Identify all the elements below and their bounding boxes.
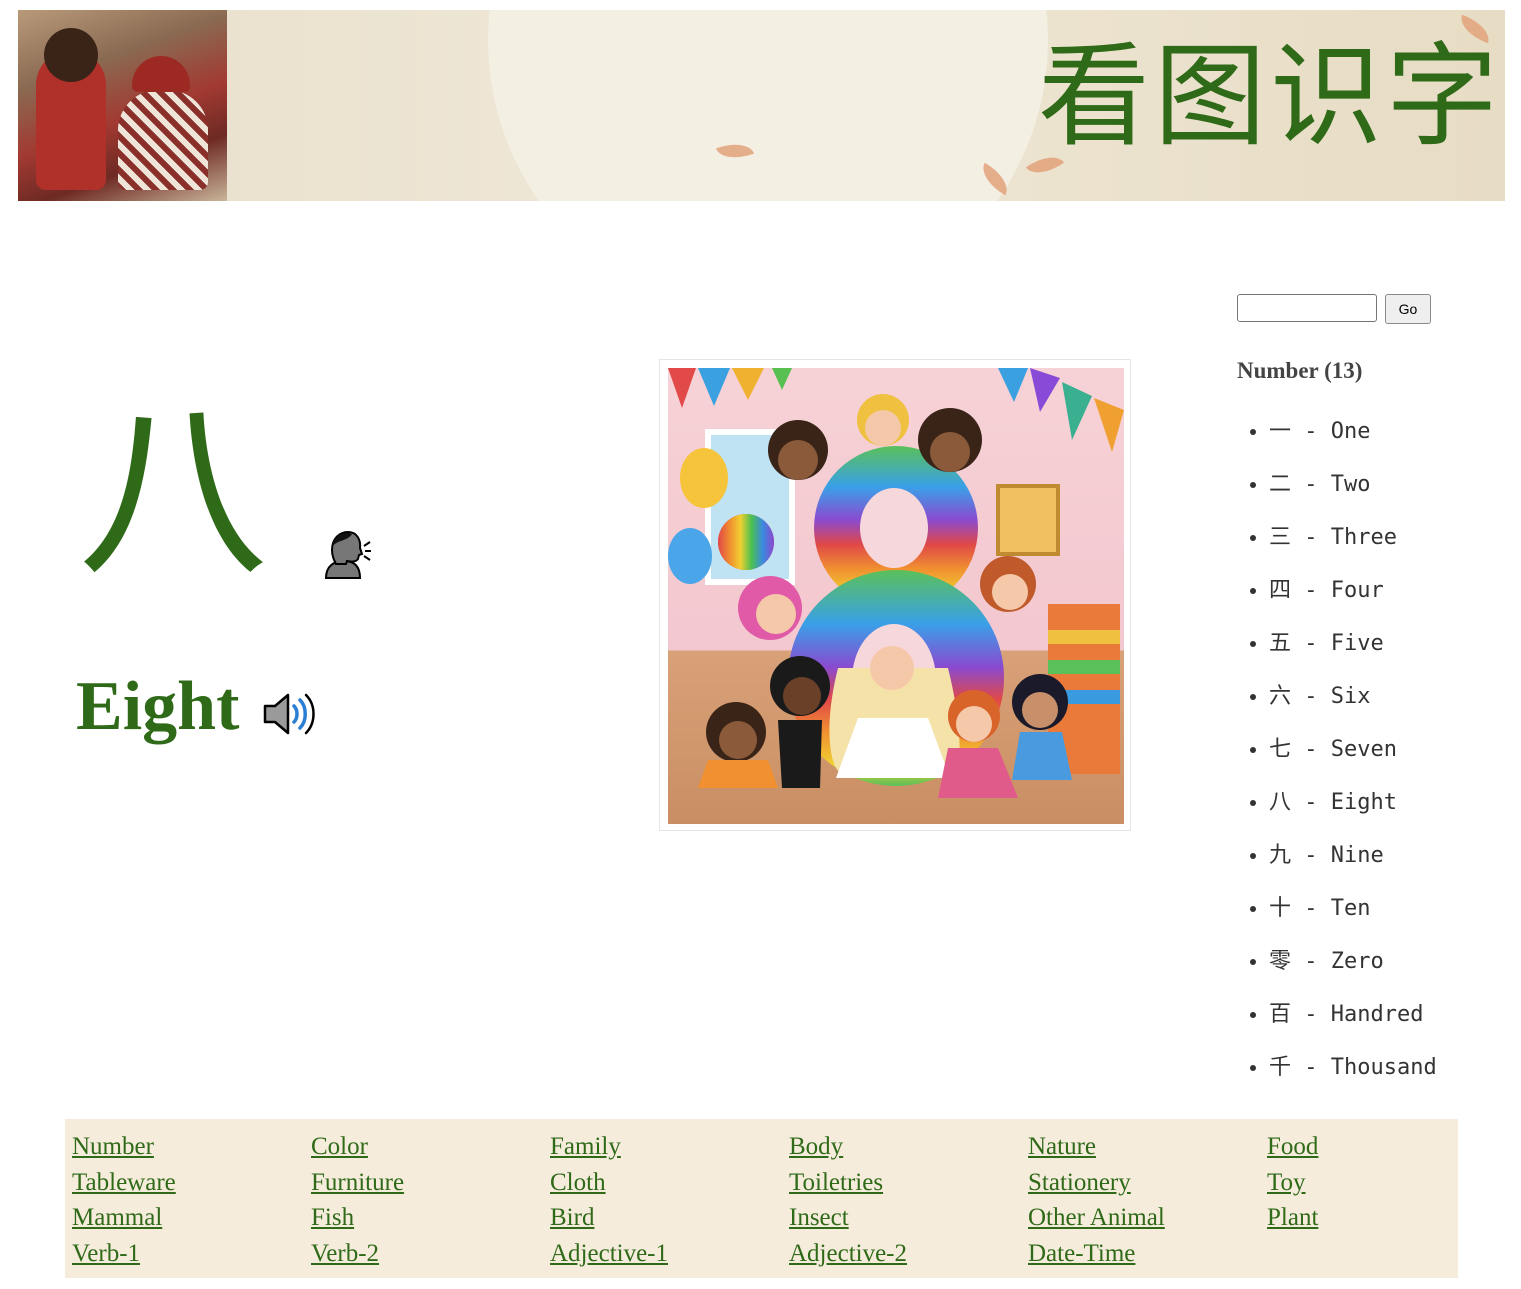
category-link-bird[interactable]: Bird — [550, 1200, 789, 1236]
word-list-item[interactable]: 百 - Handred — [1269, 988, 1437, 1041]
category-link-cloth[interactable]: Cloth — [550, 1165, 789, 1201]
word-list-item[interactable]: 零 - Zero — [1269, 935, 1437, 988]
category-link-food[interactable]: Food — [1267, 1129, 1506, 1165]
word-link-thousand[interactable]: 千 - Thousand — [1269, 1055, 1437, 1080]
category-link-tableware[interactable]: Tableware — [72, 1165, 311, 1201]
category-link-number[interactable]: Number — [72, 1129, 311, 1165]
word-link-two[interactable]: 二 - Two — [1269, 472, 1370, 497]
banner-moon-decoration — [488, 10, 1048, 201]
word-link-seven[interactable]: 七 - Seven — [1269, 737, 1397, 762]
word-list-item[interactable]: 九 - Nine — [1269, 829, 1437, 882]
site-title: 看图识字 — [1038, 32, 1502, 162]
category-link-plant[interactable]: Plant — [1267, 1200, 1506, 1236]
category-link-verb-2[interactable]: Verb-2 — [311, 1236, 550, 1272]
word-link-hundred[interactable]: 百 - Handred — [1269, 1002, 1423, 1027]
speaking-head-icon[interactable] — [320, 528, 372, 580]
word-list-item[interactable]: 五 - Five — [1269, 617, 1437, 670]
word-link-ten[interactable]: 十 - Ten — [1269, 896, 1370, 921]
word-link-five[interactable]: 五 - Five — [1269, 631, 1384, 656]
word-link-eight[interactable]: 八 - Eight — [1269, 790, 1397, 815]
word-list-item[interactable]: 四 - Four — [1269, 564, 1437, 617]
chinese-character: 八 — [78, 382, 269, 603]
category-link-date-time[interactable]: Date-Time — [1028, 1236, 1267, 1272]
category-link-nature[interactable]: Nature — [1028, 1129, 1267, 1165]
go-button[interactable]: Go — [1385, 294, 1431, 324]
category-link-fish[interactable]: Fish — [311, 1200, 550, 1236]
category-link-color[interactable]: Color — [311, 1129, 550, 1165]
category-link-stationery[interactable]: Stationery — [1028, 1165, 1267, 1201]
word-link-zero[interactable]: 零 - Zero — [1269, 949, 1384, 974]
category-link-adjective-2[interactable]: Adjective-2 — [789, 1236, 1028, 1272]
search-input[interactable] — [1237, 294, 1377, 322]
speaker-high-volume-icon[interactable] — [262, 690, 316, 738]
word-list-item[interactable]: 千 - Thousand — [1269, 1041, 1437, 1094]
word-link-four[interactable]: 四 - Four — [1269, 578, 1384, 603]
category-link-body[interactable]: Body — [789, 1129, 1028, 1165]
word-list-item[interactable]: 六 - Six — [1269, 670, 1437, 723]
word-link-one[interactable]: 一 - One — [1269, 419, 1370, 444]
word-list-item[interactable]: 三 - Three — [1269, 511, 1437, 564]
banner-children-photo — [18, 10, 227, 201]
word-link-nine[interactable]: 九 - Nine — [1269, 843, 1384, 868]
word-list-item[interactable]: 七 - Seven — [1269, 723, 1437, 776]
header-banner: 看图识字 — [18, 10, 1505, 201]
category-link-other-animal[interactable]: Other Animal — [1028, 1200, 1267, 1236]
word-list-item[interactable]: 二 - Two — [1269, 458, 1437, 511]
category-link-toiletries[interactable]: Toiletries — [789, 1165, 1028, 1201]
category-link-adjective-1[interactable]: Adjective-1 — [550, 1236, 789, 1272]
word-list: 一 - One 二 - Two 三 - Three 四 - Four 五 - F… — [1237, 405, 1437, 1094]
category-link-grid: Number Color Family Body Nature Food Tab… — [72, 1129, 1506, 1271]
word-list-item[interactable]: 一 - One — [1269, 405, 1437, 458]
category-link-furniture[interactable]: Furniture — [311, 1165, 550, 1201]
category-link-toy[interactable]: Toy — [1267, 1165, 1506, 1201]
category-link-insect[interactable]: Insect — [789, 1200, 1028, 1236]
word-link-three[interactable]: 三 - Three — [1269, 525, 1397, 550]
word-list-item[interactable]: 十 - Ten — [1269, 882, 1437, 935]
category-link-mammal[interactable]: Mammal — [72, 1200, 311, 1236]
category-link-verb-1[interactable]: Verb-1 — [72, 1236, 311, 1272]
word-list-item[interactable]: 八 - Eight — [1269, 776, 1437, 829]
word-link-six[interactable]: 六 - Six — [1269, 684, 1370, 709]
category-heading: Number (13) — [1237, 358, 1363, 383]
category-link-family[interactable]: Family — [550, 1129, 789, 1165]
word-illustration-image — [668, 368, 1124, 824]
category-nav-footer: Number Color Family Body Nature Food Tab… — [65, 1119, 1458, 1278]
english-word: Eight — [76, 668, 240, 745]
word-illustration-frame — [659, 359, 1131, 831]
